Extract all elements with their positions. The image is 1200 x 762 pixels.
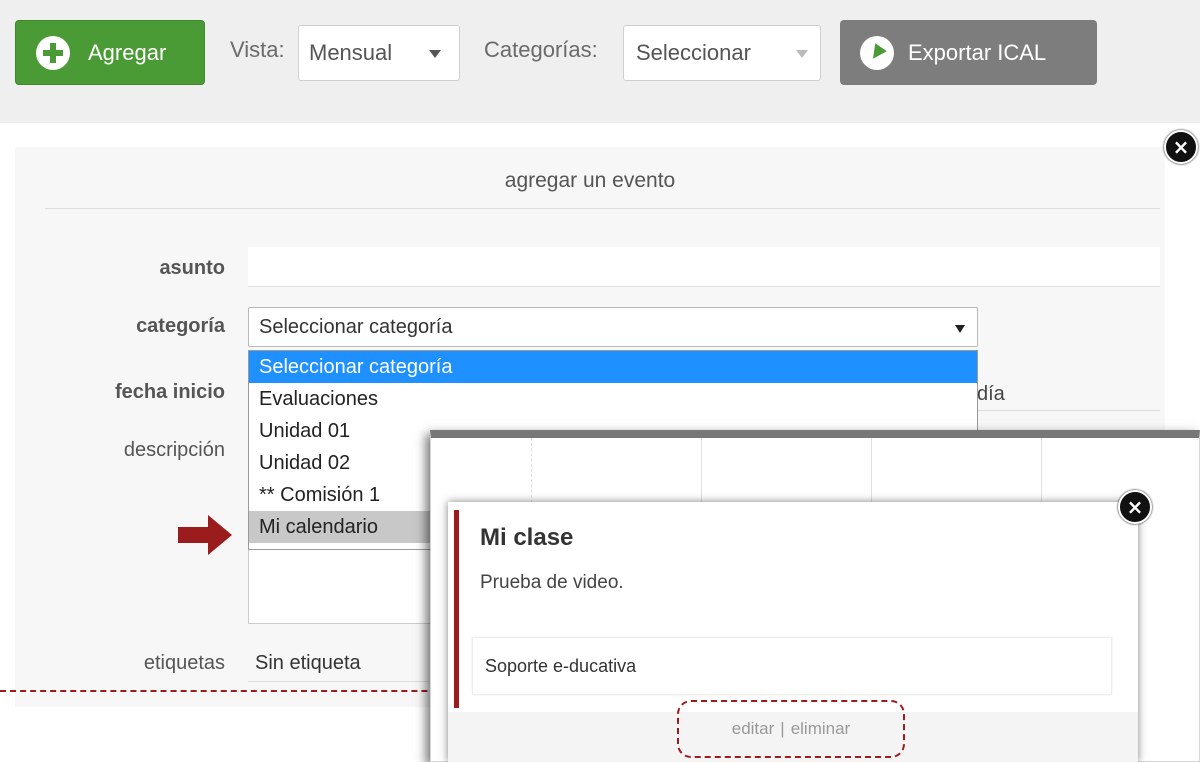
add-button[interactable]: Agregar	[15, 20, 205, 85]
chevron-down-icon	[796, 50, 808, 58]
subject-label: asunto	[159, 257, 225, 279]
event-color-bar	[454, 510, 459, 708]
calendar-column-divider	[871, 438, 872, 508]
close-icon[interactable]: ×	[1118, 490, 1152, 524]
edit-link[interactable]: editar	[732, 719, 775, 739]
chevron-down-icon	[429, 50, 441, 58]
actions-separator: |	[780, 719, 785, 738]
export-button-label: Exportar ICAL	[908, 39, 1047, 65]
chevron-down-icon	[955, 325, 965, 333]
categories-label: Categorías:	[484, 37, 598, 62]
category-select[interactable]: Seleccionar categoría	[248, 307, 978, 347]
categories-select[interactable]: Seleccionar	[623, 25, 821, 81]
export-ical-button[interactable]: Exportar ICAL	[840, 20, 1097, 85]
description-label: descripción	[123, 439, 225, 461]
category-select-value: Seleccionar categoría	[259, 315, 453, 338]
toolbar: Agregar Vista: Mensual Categorías: Selec…	[0, 0, 1200, 123]
category-label: categoría	[136, 315, 225, 337]
event-organizer: Soporte e-ducativa	[472, 637, 1112, 695]
categories-select-value: Seleccionar	[636, 40, 751, 65]
subject-input[interactable]	[248, 247, 1160, 287]
event-description: Prueba de video.	[480, 572, 624, 593]
add-button-label: Agregar	[88, 39, 167, 65]
calendar-column-divider	[531, 438, 532, 508]
close-icon[interactable]: ×	[1164, 130, 1198, 164]
annotation-arrow	[178, 515, 232, 555]
event-title: Mi clase	[480, 524, 574, 551]
calendar-column-divider	[1041, 438, 1042, 508]
tags-label: etiquetas	[143, 652, 225, 674]
start-date-label: fecha inicio	[114, 381, 225, 403]
panel-title: agregar un evento	[504, 169, 676, 192]
download-icon	[860, 35, 894, 70]
view-select-value: Mensual	[309, 40, 393, 65]
divider	[45, 208, 1160, 209]
plus-icon	[36, 35, 70, 70]
start-date-row-line	[978, 371, 1160, 411]
category-option[interactable]: Evaluaciones	[249, 383, 977, 415]
view-select[interactable]: Mensual	[298, 25, 460, 81]
event-actions: editar | eliminar	[677, 700, 905, 758]
delete-link[interactable]: eliminar	[791, 719, 851, 739]
category-option[interactable]: Seleccionar categoría	[249, 351, 977, 383]
calendar-column-divider	[701, 438, 702, 508]
view-label: Vista:	[230, 37, 285, 62]
